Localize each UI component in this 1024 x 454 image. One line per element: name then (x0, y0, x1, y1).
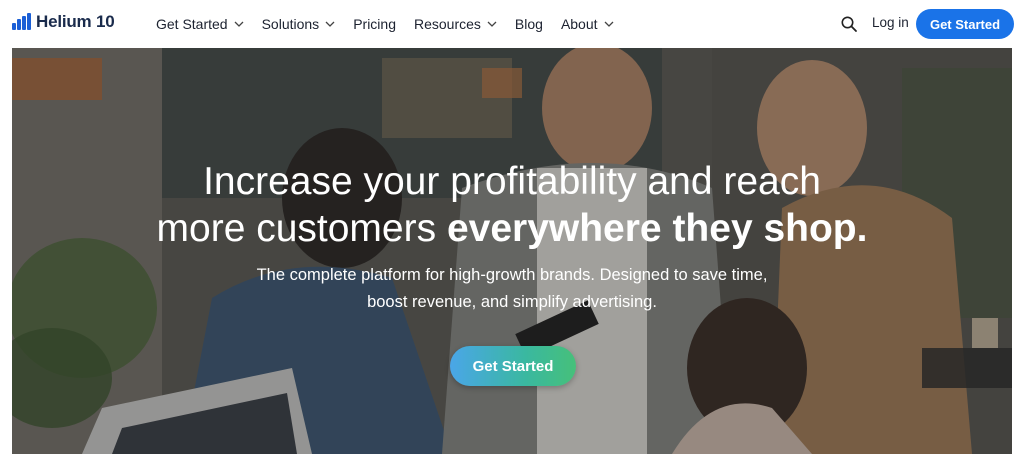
nav-item-solutions[interactable]: Solutions (262, 16, 336, 32)
hero-subtitle-line2: boost revenue, and simplify advertising. (367, 293, 657, 311)
header-get-started-button[interactable]: Get Started (916, 9, 1014, 39)
hero-section: Increase your profitability and reach mo… (12, 48, 1012, 454)
chevron-down-icon (487, 21, 497, 27)
hero-headline: Increase your profitability and reach mo… (12, 158, 1012, 252)
nav-item-resources[interactable]: Resources (414, 16, 497, 32)
chevron-down-icon (325, 21, 335, 27)
nav-item-label: About (560, 16, 598, 32)
login-link[interactable]: Log in (872, 15, 909, 30)
nav-item-about[interactable]: About (561, 16, 614, 32)
bar-chart-logo-icon (12, 12, 31, 31)
nav-item-get-started[interactable]: Get Started (156, 16, 244, 32)
chevron-down-icon (604, 21, 613, 27)
nav-item-label: Get Started (156, 16, 228, 32)
hero-subtitle: The complete platform for high-growth br… (12, 262, 1012, 316)
hero-get-started-button[interactable]: Get Started (450, 346, 576, 386)
hero-subtitle-line1: The complete platform for high-growth br… (256, 266, 768, 284)
site-header: Helium 10 Get Started Solutions Pricing … (0, 0, 1024, 48)
hero-headline-line1: Increase your profitability and reach (203, 160, 821, 203)
chevron-down-icon (234, 21, 244, 27)
search-icon[interactable] (840, 15, 858, 33)
brand-logo[interactable]: Helium 10 (12, 12, 115, 32)
nav-item-pricing[interactable]: Pricing (353, 16, 396, 32)
nav-item-label: Blog (514, 16, 543, 32)
nav-item-blog[interactable]: Blog (515, 16, 543, 32)
nav-item-label: Pricing (353, 16, 396, 32)
nav-item-label: Resources (413, 16, 481, 32)
hero-headline-line2-regular: more customers (156, 207, 437, 250)
nav-item-label: Solutions (261, 16, 320, 32)
brand-name: Helium 10 (36, 12, 115, 31)
hero-headline-line2-bold: everywhere they shop. (446, 207, 868, 250)
main-nav: Get Started Solutions Pricing Resources … (156, 0, 632, 48)
